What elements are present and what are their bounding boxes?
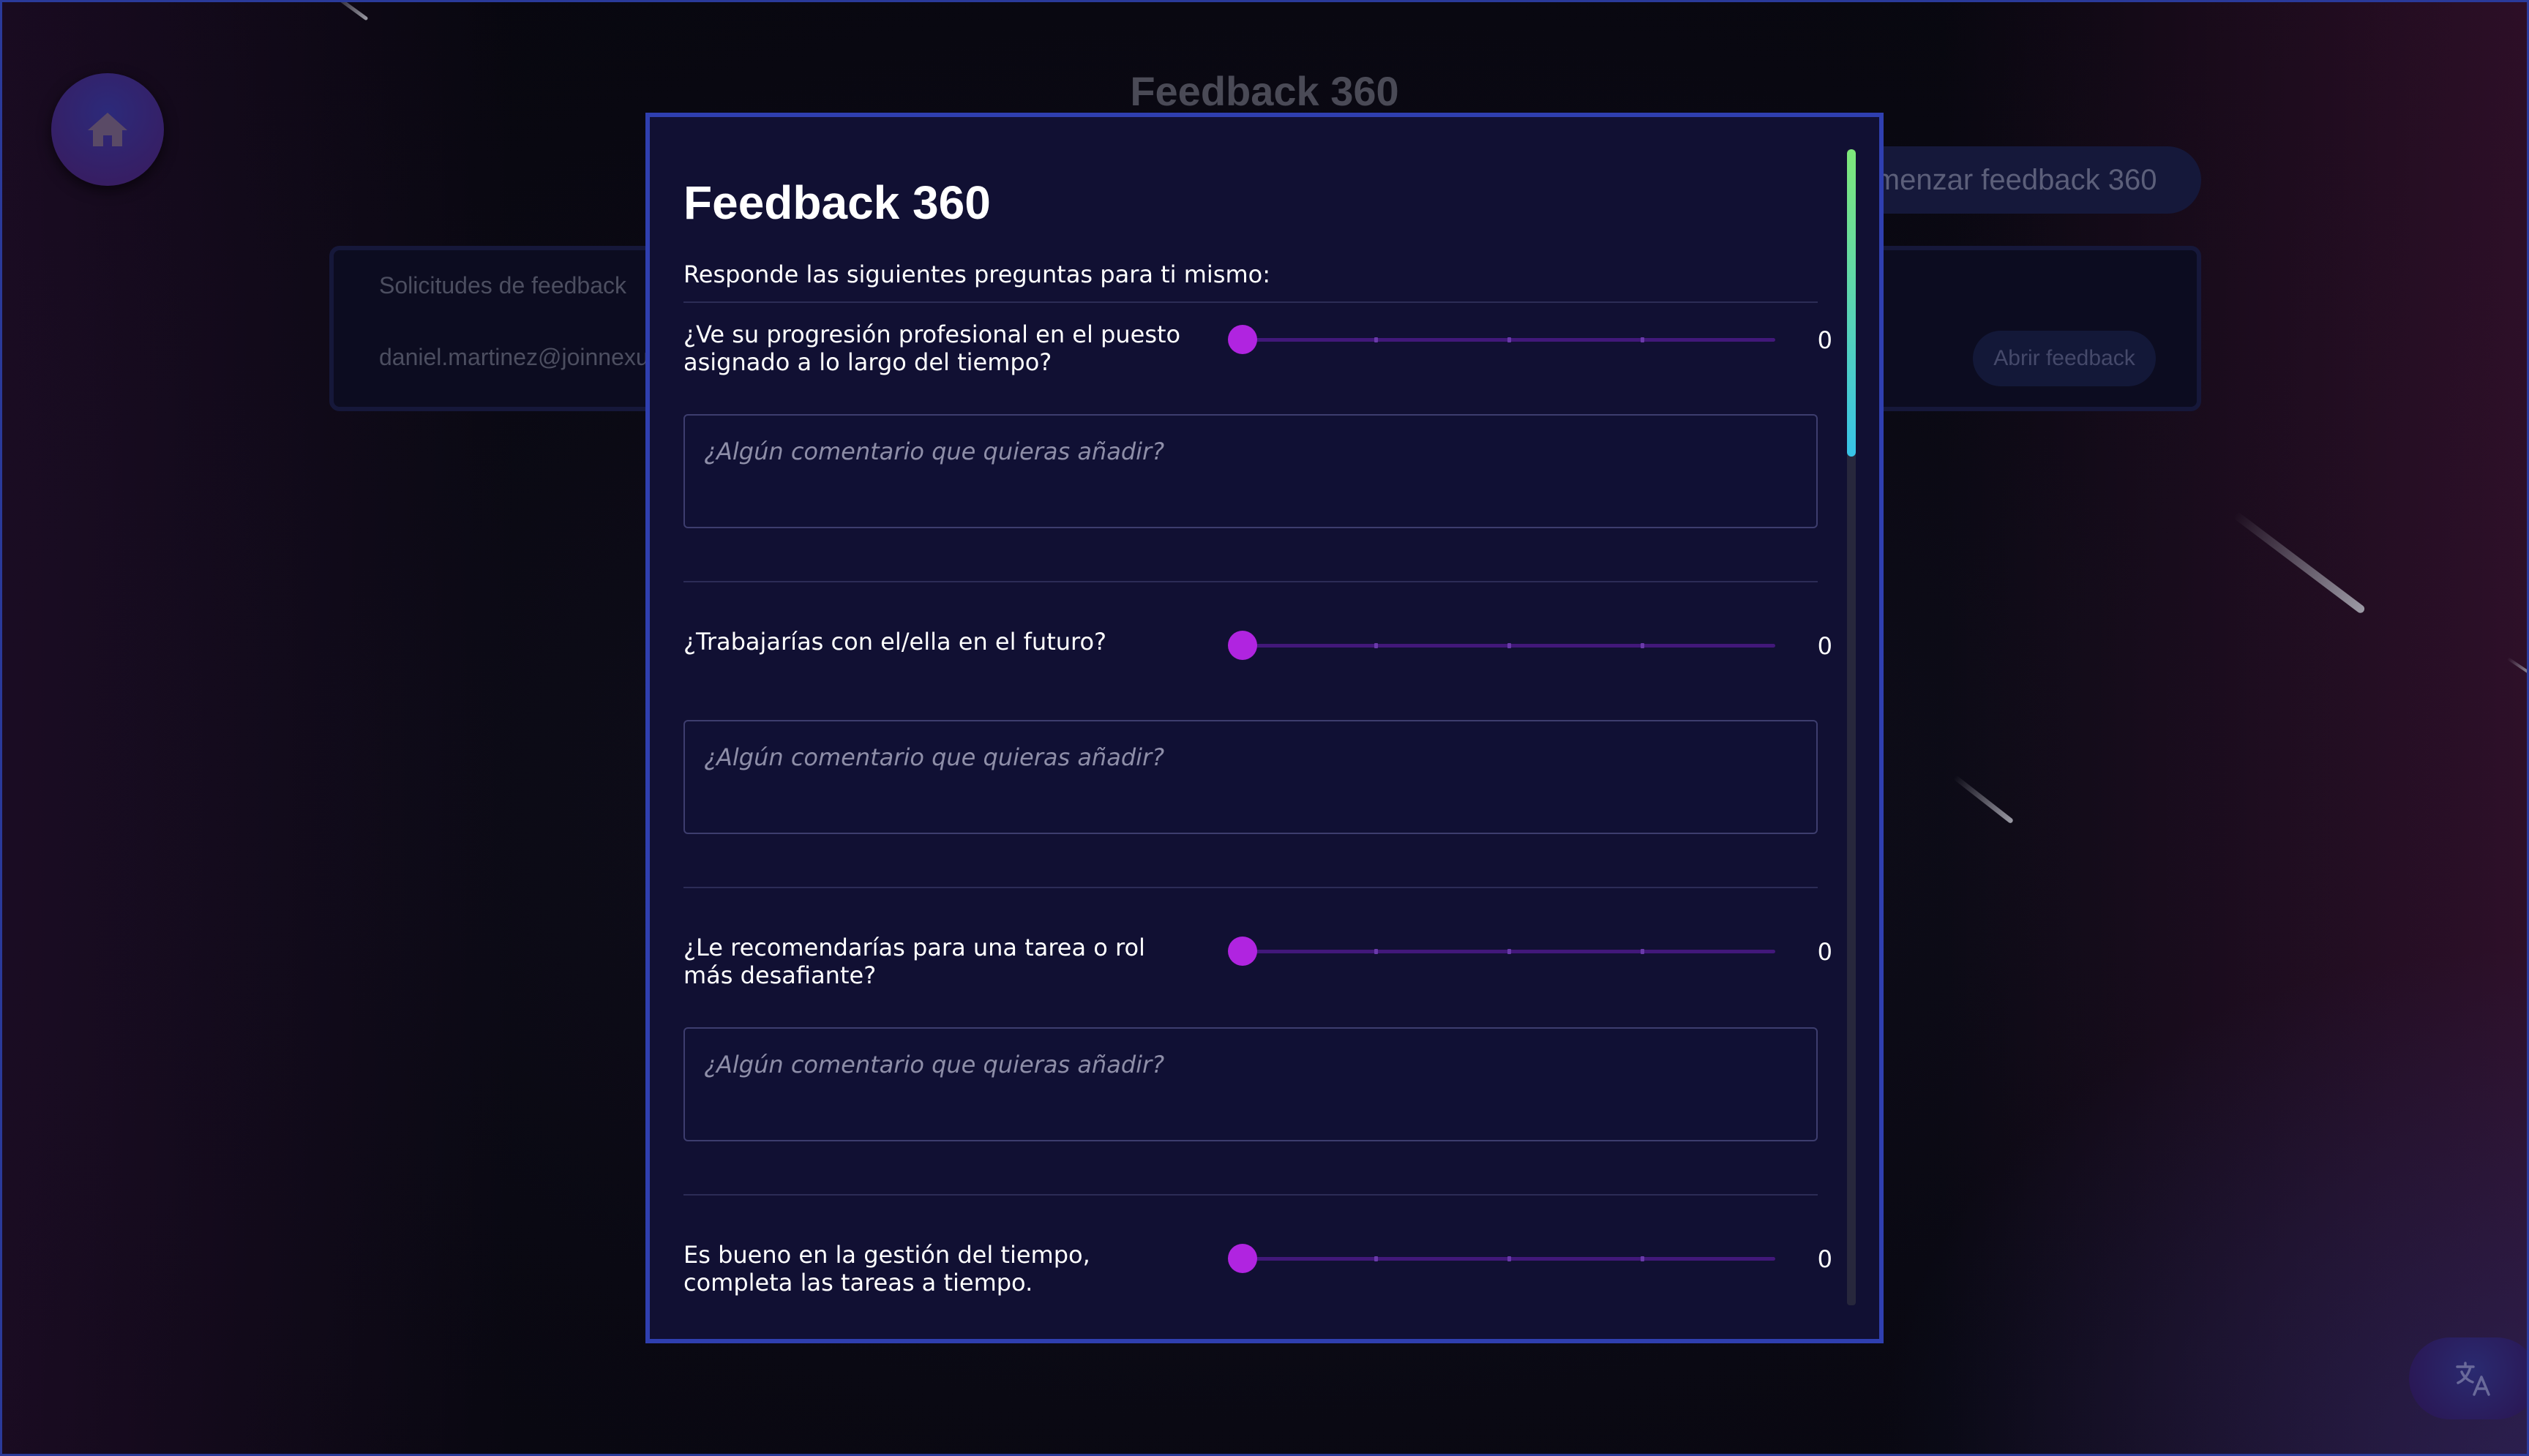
slider-thumb[interactable] [1228,631,1257,660]
slider-tick [1507,949,1511,954]
feedback-requests-label: Solicitudes de feedback [379,272,626,299]
slider-value: 0 [1817,1245,1832,1273]
home-icon [88,113,127,146]
slider-thumb[interactable] [1228,937,1257,966]
slider-value: 0 [1817,632,1832,660]
rating-slider[interactable] [1228,325,1879,354]
divider [683,581,1818,582]
slider-tick [1507,643,1511,648]
comment-field[interactable] [683,1027,1818,1141]
question-text: ¿Le recomendarías para una tarea o rol m… [683,934,1145,989]
modal-title: Feedback 360 [683,176,991,229]
slider-tick [1507,337,1511,342]
slider-tick [1641,1256,1644,1261]
modal-subtitle: Responde las siguientes preguntas para t… [683,260,1270,288]
slider-tick [1641,949,1644,954]
feedback-modal: Feedback 360 Responde las siguientes pre… [645,113,1884,1343]
slider-tick [1507,1256,1511,1261]
comment-field[interactable] [683,720,1818,834]
home-button[interactable] [51,73,164,186]
slider-value: 0 [1817,326,1832,354]
slider-tick [1374,337,1378,342]
slider-tick [1374,949,1378,954]
question-text: ¿Ve su progresión profesional en el pues… [683,320,1181,376]
rating-slider[interactable] [1228,937,1879,966]
divider [683,887,1818,888]
divider [683,301,1818,303]
question-text: ¿Trabajarías con el/ella en el futuro? [683,628,1107,656]
slider-thumb[interactable] [1228,325,1257,354]
open-feedback-button[interactable]: Abrir feedback [1973,331,2156,386]
scrollbar-thumb[interactable] [1847,149,1856,457]
slider-tick [1641,643,1644,648]
requester-email: daniel.martinez@joinnexu [379,344,649,370]
slider-tick [1374,643,1378,648]
slider-value: 0 [1817,938,1832,966]
translate-button[interactable] [2409,1337,2529,1419]
rating-slider[interactable] [1228,631,1879,660]
comment-field[interactable] [683,414,1818,528]
rating-slider[interactable] [1228,1244,1879,1273]
slider-tick [1641,337,1644,342]
translate-icon [2456,1362,2490,1396]
question-text: Es bueno en la gestión del tiempo, compl… [683,1241,1090,1296]
background-glow-left [0,0,512,1456]
slider-thumb[interactable] [1228,1244,1257,1273]
divider [683,1194,1818,1196]
slider-tick [1374,1256,1378,1261]
page-title: Feedback 360 [1130,68,1399,114]
modal-scrollbar[interactable] [1847,149,1856,1305]
